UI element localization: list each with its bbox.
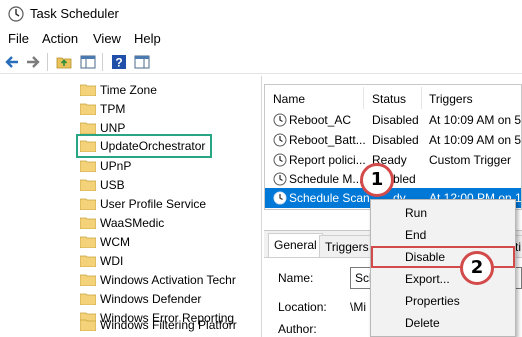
folder-icon	[80, 84, 96, 96]
task-name: Report polici...	[289, 153, 366, 167]
toolbar: ?	[0, 50, 522, 74]
context-menu-run[interactable]: Run	[371, 202, 515, 224]
tree-item-label: Windows Activation Techr	[100, 273, 236, 287]
tree-item-time-zone[interactable]: Time Zone	[78, 80, 261, 100]
tree-item-label: USB	[100, 178, 125, 192]
author-label: Author:	[278, 322, 317, 336]
location-value: \Mi	[350, 300, 366, 314]
window-title: Task Scheduler	[30, 6, 119, 21]
folder-icon	[80, 255, 96, 267]
task-trigger: Custom Trigger	[429, 153, 512, 167]
help-icon[interactable]: ?	[111, 54, 127, 70]
menu-bar: File Action View Help	[0, 29, 522, 49]
menu-file[interactable]: File	[8, 31, 29, 46]
task-name: Reboot_AC	[289, 113, 352, 127]
task-name: Reboot_Batt...	[289, 133, 366, 147]
folder-icon	[80, 122, 96, 134]
task-list: Name Status Triggers Reboot_AC Disabled …	[264, 84, 522, 210]
show-hide-tree-icon[interactable]	[80, 54, 96, 70]
tree-item-label: UpdateOrchestrator	[100, 139, 206, 153]
tree-item-windows-filtering-platform[interactable]: Windows Filtering Platforr	[78, 315, 261, 335]
tree-item-windows-activation[interactable]: Windows Activation Techr	[78, 270, 261, 290]
folder-icon	[80, 217, 96, 229]
folder-icon	[80, 160, 96, 172]
folder-icon	[80, 293, 96, 305]
location-label: Location:	[278, 300, 327, 314]
menu-action[interactable]: Action	[42, 31, 78, 46]
title-bar: Task Scheduler	[0, 0, 522, 28]
tree-item-unp[interactable]: UNP	[78, 118, 261, 138]
context-menu-end[interactable]: End	[371, 224, 515, 246]
back-arrow-icon[interactable]	[4, 54, 20, 70]
context-menu-delete[interactable]: Delete	[371, 312, 515, 334]
tree-item-tpm[interactable]: TPM	[78, 99, 261, 119]
tree-item-label: UNP	[100, 121, 126, 135]
task-clock-icon	[273, 113, 287, 127]
tree-item-label: Windows Defender	[100, 292, 202, 306]
task-clock-icon	[273, 153, 287, 167]
folder-icon	[80, 179, 96, 191]
context-menu: Run End Disable Export... Properties Del…	[370, 199, 516, 337]
tree-item-label: User Profile Service	[100, 197, 207, 211]
name-label: Name:	[278, 271, 314, 285]
column-header-status[interactable]: Status	[372, 92, 406, 106]
up-folder-icon[interactable]	[56, 54, 72, 70]
tree-item-user-profile-service[interactable]: User Profile Service	[78, 194, 261, 214]
column-header-name[interactable]: Name	[273, 92, 305, 106]
task-clock-icon	[273, 191, 287, 205]
task-name: Schedule M...	[289, 172, 363, 186]
step-callout-1: 1	[360, 163, 394, 197]
folder-icon	[80, 198, 96, 210]
tree-item-label: UPnP	[100, 159, 132, 173]
task-clock-icon	[273, 172, 287, 186]
tree-item-usb[interactable]: USB	[78, 175, 261, 195]
task-status: Disabled	[372, 133, 419, 147]
folder-icon	[80, 319, 96, 331]
tree-item-label: WCM	[100, 235, 130, 249]
step-callout-2: 2	[460, 251, 494, 285]
tree-item-label: WDI	[100, 254, 124, 268]
svg-text:?: ?	[115, 56, 122, 70]
tree-item-wdi[interactable]: WDI	[78, 251, 261, 271]
column-divider[interactable]	[421, 87, 422, 109]
forward-arrow-icon[interactable]	[25, 54, 41, 70]
folder-icon	[80, 140, 96, 152]
task-clock-icon	[273, 133, 287, 147]
tree-item-windows-defender[interactable]: Windows Defender	[78, 289, 261, 309]
column-divider[interactable]	[363, 87, 364, 109]
task-row[interactable]: Report polici... Ready Custom Trigger	[265, 150, 521, 170]
folder-tree: Time Zone TPM UNP UpdateOrchestrator UPn…	[0, 76, 262, 337]
context-menu-properties[interactable]: Properties	[371, 290, 515, 312]
properties-pane-icon[interactable]	[134, 54, 150, 70]
tree-item-label: WaaSMedic	[100, 216, 165, 230]
tab-general[interactable]: General	[268, 233, 323, 257]
toolbar-separator	[47, 53, 48, 71]
folder-icon	[80, 103, 96, 115]
task-trigger: At 10:09 AM on 5/	[429, 133, 522, 147]
tab-triggers[interactable]: Triggers	[319, 235, 375, 257]
toolbar-separator	[102, 53, 103, 71]
folder-icon	[80, 274, 96, 286]
task-row[interactable]: Reboot_AC Disabled At 10:09 AM on 5/	[265, 110, 522, 130]
task-status: Disabled	[372, 113, 419, 127]
task-row[interactable]: Reboot_Batt... Disabled At 10:09 AM on 5…	[265, 130, 522, 150]
column-header-triggers[interactable]: Triggers	[429, 92, 473, 106]
menu-view[interactable]: View	[93, 31, 121, 46]
tree-item-label: Time Zone	[100, 83, 157, 97]
tree-item-waasmedic[interactable]: WaaSMedic	[78, 213, 261, 233]
tree-item-label: TPM	[100, 102, 126, 116]
clock-icon	[8, 6, 24, 22]
menu-help[interactable]: Help	[134, 31, 161, 46]
task-trigger: At 10:09 AM on 5/	[429, 113, 522, 127]
tree-item-label: Windows Filtering Platforr	[100, 318, 237, 332]
tree-item-update-orchestrator[interactable]: UpdateOrchestrator	[76, 134, 212, 158]
tree-item-wcm[interactable]: WCM	[78, 232, 261, 252]
folder-icon	[80, 236, 96, 248]
tree-item-upnp[interactable]: UPnP	[78, 156, 261, 176]
task-name: Schedule Scan	[289, 191, 370, 205]
